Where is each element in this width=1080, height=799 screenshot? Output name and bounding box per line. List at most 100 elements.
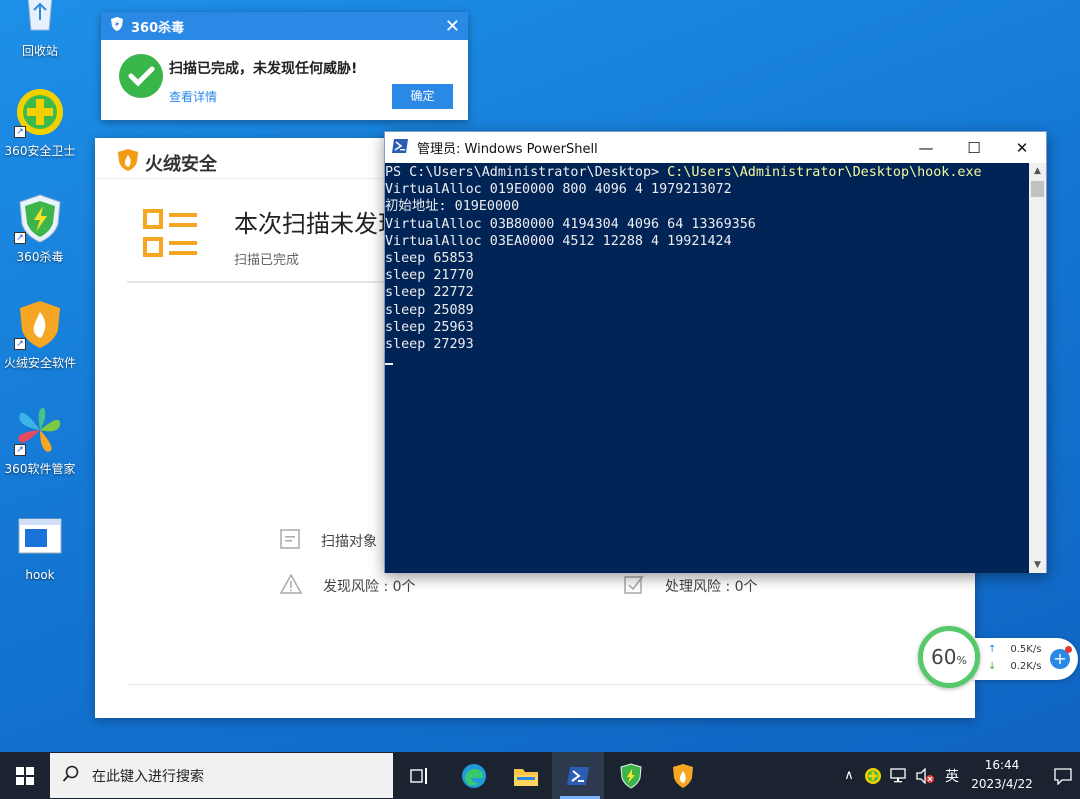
upload-speed: 0.5K/s [1010, 644, 1042, 655]
360-antivirus-shield-icon [620, 762, 642, 789]
360-antivirus-shield-icon: ↗ [14, 192, 66, 244]
taskbar: 在此键入进行搜索 ∧ 英 16:44 2023/4/22 [0, 752, 1080, 799]
shortcut-arrow-icon: ↗ [14, 232, 26, 244]
popup-message: 扫描已完成，未发现任何威胁! [169, 61, 358, 77]
shortcut-arrow-icon: ↗ [14, 338, 26, 350]
desktop-icon-label: hook [25, 568, 55, 582]
scan-object-stat: 扫描对象 [279, 528, 377, 554]
taskbar-search-box[interactable]: 在此键入进行搜索 [50, 753, 393, 798]
network-speed-panel[interactable]: ↑ 0.5K/s ↓ 0.2K/s + [974, 638, 1078, 680]
scan-result-headline: 本次扫描未发现 [234, 210, 402, 238]
powershell-icon [391, 138, 409, 158]
taskbar-edge[interactable] [448, 752, 500, 799]
console-line: sleep 22772 [385, 285, 474, 301]
360-scan-complete-popup: 360杀毒 ✕ 扫描已完成，未发现任何威胁! 查看详情 确定 [101, 12, 468, 120]
memory-percent-unit: % [956, 653, 967, 667]
recycle-bin-icon [14, 0, 66, 38]
powershell-title: 管理员: Windows PowerShell [417, 142, 598, 157]
console-line: sleep 27293 [385, 337, 474, 353]
desktop-icon-360-software-manager[interactable]: ↗ 360软件管家 [0, 404, 80, 477]
desktop-icon-label: 360软件管家 [4, 462, 76, 476]
taskbar-powershell[interactable] [552, 752, 604, 799]
popup-close-button[interactable]: ✕ [445, 16, 460, 37]
warning-icon [279, 573, 303, 599]
scan-result-subline: 扫描已完成 [234, 253, 300, 268]
maximize-button[interactable]: ☐ [950, 132, 998, 163]
desktop-icon-label: 回收站 [21, 44, 58, 58]
scan-list-icon [143, 208, 199, 266]
desktop-icon-hook[interactable]: hook [0, 512, 80, 582]
console-line: sleep 65853 [385, 251, 474, 267]
download-speed: 0.2K/s [1010, 661, 1042, 672]
upload-arrow-icon: ↑ [988, 644, 997, 655]
scroll-up-arrow-icon[interactable]: ▲ [1029, 163, 1046, 179]
console-line: VirtualAlloc 03B80000 4194304 4096 64 13… [385, 216, 756, 232]
download-arrow-icon: ↓ [988, 661, 997, 672]
huorong-shield-icon: ↗ [14, 298, 66, 350]
divider [127, 684, 947, 685]
console-cursor-line [385, 353, 1030, 370]
task-view-button[interactable] [394, 752, 446, 799]
taskbar-360-antivirus[interactable] [605, 752, 657, 799]
notification-icon [1054, 767, 1072, 785]
console-output[interactable]: PS C:\Users\Administrator\Desktop> C:\Us… [385, 163, 1030, 573]
console-line: sleep 25963 [385, 319, 474, 335]
risk-found-stat: 发现风险 : 0个 [279, 573, 416, 599]
desktop-icon-huorong[interactable]: ↗ 火绒安全软件 [0, 298, 80, 371]
360-safe-guard-icon: ↗ [14, 86, 66, 138]
clock-time: 16:44 [984, 758, 1020, 772]
search-icon [62, 765, 80, 787]
scroll-down-arrow-icon[interactable]: ▼ [1029, 557, 1046, 573]
desktop-icon-label: 火绒安全软件 [3, 356, 76, 370]
desktop-icon-label: 360安全卫士 [4, 144, 76, 158]
document-icon [279, 528, 301, 554]
taskbar-clock[interactable]: 16:44 2023/4/22 [958, 756, 1046, 794]
shortcut-arrow-icon: ↗ [14, 126, 26, 138]
console-line: 初始地址: 019E0000 [385, 199, 520, 215]
360-software-manager-icon: ↗ [14, 404, 66, 456]
powershell-titlebar[interactable]: 管理员: Windows PowerShell — ☐ ✕ [385, 132, 1046, 163]
network-icon[interactable] [886, 767, 912, 784]
console-line: VirtualAlloc 03EA0000 4512 12288 4 19921… [385, 233, 732, 249]
scrollbar-thumb[interactable] [1031, 181, 1044, 197]
close-button[interactable]: ✕ [998, 132, 1046, 163]
shortcut-arrow-icon: ↗ [14, 444, 26, 456]
taskbar-huorong[interactable] [657, 752, 709, 799]
notification-dot [1065, 646, 1072, 653]
powershell-window[interactable]: 管理员: Windows PowerShell — ☐ ✕ PS C:\User… [384, 131, 1047, 573]
desktop-icon-recycle-bin[interactable]: 回收站 [0, 0, 80, 59]
volume-muted-icon[interactable] [912, 767, 938, 784]
system-tray: ∧ 英 [838, 752, 966, 799]
popup-title: 360杀毒 [131, 20, 185, 36]
clock-date: 2023/4/22 [971, 777, 1033, 791]
memory-percent: 60 [931, 645, 957, 669]
task-view-icon [410, 767, 427, 784]
risk-found-label: 发现风险 : 0个 [323, 579, 416, 595]
edge-browser-icon [462, 763, 486, 788]
view-details-link[interactable]: 查看详情 [169, 88, 217, 105]
huorong-logo-icon [117, 148, 139, 177]
console-prompt: PS C:\Users\Administrator\Desktop> [385, 165, 668, 180]
vertical-scrollbar[interactable]: ▲ ▼ [1029, 163, 1046, 573]
start-button[interactable] [0, 752, 50, 799]
checkbox-icon [623, 573, 645, 599]
console-line: sleep 25089 [385, 302, 474, 318]
executable-window-icon [14, 512, 66, 564]
action-center-button[interactable] [1046, 752, 1080, 799]
taskbar-file-explorer[interactable] [500, 752, 552, 799]
desktop-icon-360-antivirus[interactable]: ↗ 360杀毒 [0, 192, 80, 265]
360-shield-icon [109, 16, 125, 36]
360-tray-icon[interactable] [860, 767, 886, 785]
windows-logo-icon [16, 766, 34, 785]
desktop-icon-label: 360杀毒 [16, 250, 64, 264]
console-command: C:\Users\Administrator\Desktop\hook.exe [667, 165, 982, 180]
show-hidden-icons-chevron[interactable]: ∧ [838, 768, 860, 783]
check-icon [119, 54, 163, 98]
minimize-button[interactable]: — [902, 132, 950, 163]
memory-usage-ball[interactable]: 60% [918, 626, 980, 688]
console-line: VirtualAlloc 019E0000 800 4096 4 1979213… [385, 182, 732, 198]
desktop-icon-360-safe[interactable]: ↗ 360安全卫士 [0, 86, 80, 159]
ok-button[interactable]: 确定 [392, 84, 453, 109]
scan-object-label: 扫描对象 [321, 534, 377, 550]
console-line: sleep 21770 [385, 268, 474, 284]
